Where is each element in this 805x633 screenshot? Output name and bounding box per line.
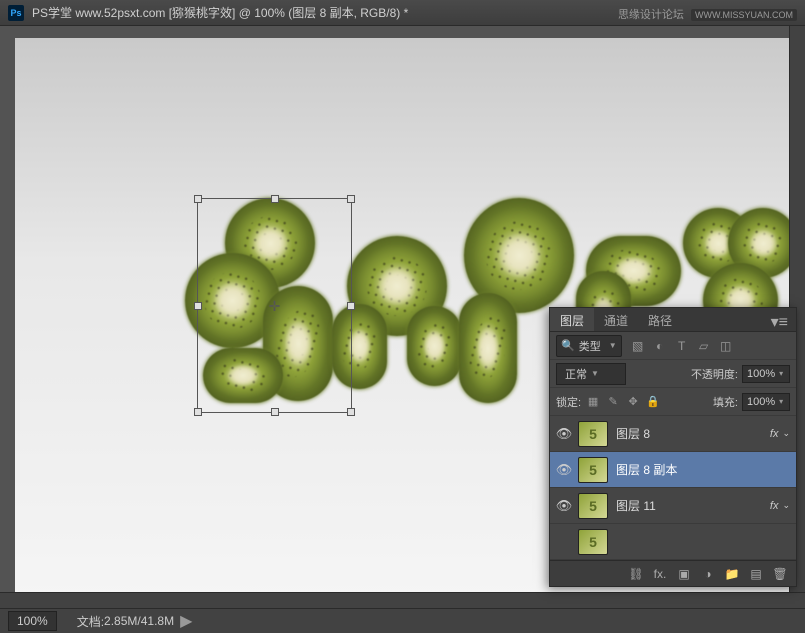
layer-item[interactable] (550, 524, 796, 560)
visibility-eye-icon[interactable]: 👁 (554, 496, 574, 516)
opacity-input[interactable]: 100% ▾ (742, 365, 790, 383)
chevron-down-icon[interactable]: ⌄ (782, 500, 790, 511)
lock-transparent-icon[interactable]: ▦ (585, 394, 601, 410)
tab-layers[interactable]: 图层 (550, 308, 594, 331)
transform-handle-br[interactable] (347, 408, 355, 416)
link-layers-icon[interactable]: ⛓ (628, 566, 644, 582)
layer-mask-icon[interactable]: ▣ (676, 566, 692, 582)
blend-mode-value: 正常 (565, 366, 587, 382)
statusbar: 100% 文档: 2.85M/41.8M ▶ (0, 608, 805, 633)
panel-menu-icon[interactable]: ▾≡ (763, 308, 796, 331)
tab-channels[interactable]: 通道 (594, 308, 638, 331)
panel-tabs: 图层 通道 路径 ▾≡ (550, 308, 796, 332)
title-prefix: PS学堂 www.52psxt.com (32, 6, 165, 20)
filter-type-icon[interactable]: T (674, 338, 690, 354)
transform-handle-bc[interactable] (271, 408, 279, 416)
doc-size-value: 2.85M/41.8M (104, 614, 174, 628)
chevron-down-icon: ▾ (779, 369, 783, 378)
watermark: 思缘设计论坛 WWW.MISSYUAN.COM (618, 6, 797, 22)
transform-handle-bl[interactable] (194, 408, 202, 416)
kiwi-letter-a (332, 236, 462, 391)
ps-app-icon: Ps (8, 5, 24, 21)
fill-input[interactable]: 100% ▾ (742, 393, 790, 411)
statusbar-arrow-icon[interactable]: ▶ (180, 611, 192, 631)
chevron-down-icon: ▼ (591, 369, 599, 378)
layer-item[interactable]: 👁 图层 8 副本 (550, 452, 796, 488)
chevron-down-icon[interactable]: ⌄ (782, 428, 790, 439)
visibility-eye-icon[interactable] (554, 532, 574, 552)
layer-name[interactable]: 图层 11 (616, 497, 770, 514)
kiwi-letter-5 (185, 198, 340, 398)
lock-row: 锁定: ▦ ✎ ✥ 🔒 填充: 100% ▾ (550, 388, 796, 416)
opacity-value: 100% (747, 368, 775, 380)
title-doc: [猕猴桃字效] @ 100% (图层 8 副本, RGB/8) * (169, 6, 409, 20)
layer-thumbnail[interactable] (578, 457, 608, 483)
filter-kind-dropdown[interactable]: 🔍 类型 ▼ (556, 335, 622, 357)
filter-shape-icon[interactable]: ▱ (696, 338, 712, 354)
doc-size-label: 文档: (77, 613, 104, 630)
delete-layer-icon[interactable]: 🗑 (772, 566, 788, 582)
filter-pixel-icon[interactable]: ▧ (630, 338, 646, 354)
visibility-eye-icon[interactable]: 👁 (554, 424, 574, 444)
layers-panel: 图层 通道 路径 ▾≡ 🔍 类型 ▼ ▧ ◐ T ▱ ◫ 正常 ▼ (549, 307, 797, 587)
photoshop-window: Ps PS学堂 www.52psxt.com [猕猴桃字效] @ 100% (图… (0, 0, 805, 633)
chevron-down-icon: ▼ (609, 341, 617, 350)
lock-move-icon[interactable]: ✥ (625, 394, 641, 410)
filter-smart-icon[interactable]: ◫ (718, 338, 734, 354)
layer-thumbnail[interactable] (578, 493, 608, 519)
layers-panel-footer: ⛓ fx. ▣ ◑ 📁 ▤ 🗑 (550, 560, 796, 586)
layer-item[interactable]: 👁 图层 11 fx ⌄ (550, 488, 796, 524)
chevron-down-icon: ▾ (779, 397, 783, 406)
lock-all-icon[interactable]: 🔒 (645, 394, 661, 410)
layer-thumbnail[interactable] (578, 421, 608, 447)
filter-kind-label: 类型 (579, 338, 601, 354)
layer-thumbnail[interactable] (578, 529, 608, 555)
watermark-text: 思缘设计论坛 (618, 9, 684, 21)
layer-item[interactable]: 👁 图层 8 fx ⌄ (550, 416, 796, 452)
layer-name[interactable]: 图层 8 副本 (616, 461, 792, 478)
filter-type-icons: ▧ ◐ T ▱ ◫ (630, 338, 734, 354)
adjustment-layer-icon[interactable]: ◑ (700, 566, 716, 582)
search-icon: 🔍 (561, 339, 575, 352)
blend-mode-dropdown[interactable]: 正常 ▼ (556, 363, 626, 385)
lock-brush-icon[interactable]: ✎ (605, 394, 621, 410)
layer-list: 👁 图层 8 fx ⌄ 👁 图层 8 副本 👁 图层 11 fx ⌄ (550, 416, 796, 560)
layer-fx-icon[interactable]: fx. (652, 566, 668, 582)
zoom-level[interactable]: 100% (8, 611, 57, 631)
layer-fx-badge[interactable]: fx (770, 500, 779, 512)
filter-adjustment-icon[interactable]: ◐ (652, 338, 668, 354)
fill-label: 填充: (713, 394, 738, 410)
scrollbar-horizontal[interactable] (0, 592, 805, 608)
new-group-icon[interactable]: 📁 (724, 566, 740, 582)
blend-row: 正常 ▼ 不透明度: 100% ▾ (550, 360, 796, 388)
opacity-label: 不透明度: (691, 366, 738, 382)
tab-paths[interactable]: 路径 (638, 308, 682, 331)
visibility-eye-icon[interactable]: 👁 (554, 460, 574, 480)
lock-label: 锁定: (556, 394, 581, 410)
lock-icons: ▦ ✎ ✥ 🔒 (585, 394, 661, 410)
layer-name[interactable]: 图层 8 (616, 425, 770, 442)
new-layer-icon[interactable]: ▤ (748, 566, 764, 582)
fill-value: 100% (747, 396, 775, 408)
layer-filter-row: 🔍 类型 ▼ ▧ ◐ T ▱ ◫ (550, 332, 796, 360)
watermark-badge: WWW.MISSYUAN.COM (691, 9, 797, 21)
layer-fx-badge[interactable]: fx (770, 428, 779, 440)
